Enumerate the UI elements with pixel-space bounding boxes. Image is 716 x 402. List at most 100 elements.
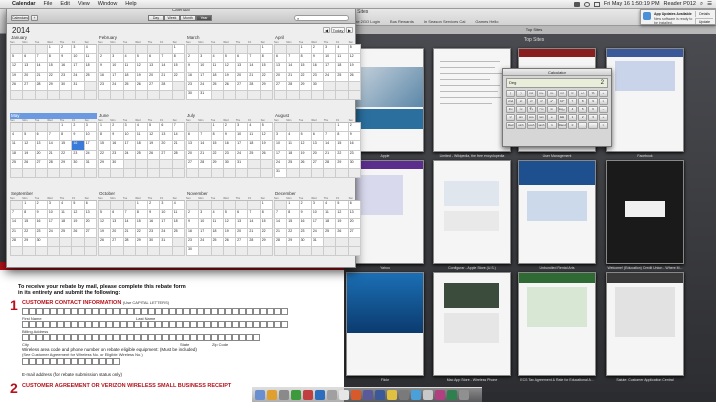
- day-cell[interactable]: 30: [299, 237, 312, 247]
- day-cell[interactable]: 3: [111, 54, 124, 64]
- day-cell[interactable]: 16: [111, 141, 124, 151]
- day-cell[interactable]: 15: [287, 219, 300, 229]
- char-box[interactable]: [190, 308, 197, 315]
- day-cell[interactable]: 7: [11, 210, 24, 220]
- calendars-button[interactable]: Calendars: [11, 15, 29, 21]
- day-cell[interactable]: 2: [111, 123, 124, 133]
- day-cell[interactable]: 12: [135, 63, 149, 73]
- day-cell[interactable]: 14: [160, 63, 173, 73]
- day-cell[interactable]: 12: [99, 219, 112, 229]
- char-box[interactable]: [57, 321, 64, 328]
- day-cell[interactable]: 10: [72, 54, 85, 64]
- char-box[interactable]: [190, 334, 197, 341]
- day-cell[interactable]: 19: [348, 63, 361, 73]
- char-box[interactable]: [183, 308, 190, 315]
- battery-icon[interactable]: [593, 1, 600, 7]
- calculator-key[interactable]: 5: [578, 106, 588, 113]
- char-box[interactable]: [36, 334, 43, 341]
- day-cell[interactable]: 22: [260, 72, 273, 82]
- day-cell[interactable]: 24: [84, 150, 97, 160]
- day-cell[interactable]: 24: [275, 159, 288, 169]
- day-cell[interactable]: 14: [248, 63, 261, 73]
- day-cell[interactable]: 4: [135, 123, 149, 133]
- day-cell[interactable]: 24: [324, 72, 337, 82]
- month-october[interactable]: October Sun Mon Tue Wed Thu Fri Sat 1 2 3 4 5 6 7 8 9 10 1…: [98, 191, 185, 257]
- day-cell[interactable]: 2: [148, 201, 161, 211]
- day-cell[interactable]: 16: [299, 219, 312, 229]
- search-input[interactable]: ⌕: [294, 15, 349, 21]
- day-cell[interactable]: 18: [11, 150, 24, 160]
- calculator-key[interactable]: ʸ√x: [536, 106, 547, 113]
- char-box[interactable]: [274, 321, 281, 328]
- char-box[interactable]: [113, 334, 120, 341]
- day-cell[interactable]: 24: [72, 72, 85, 82]
- day-cell[interactable]: 15: [211, 141, 224, 151]
- day-cell[interactable]: 21: [47, 150, 61, 160]
- dock-app-icon[interactable]: [423, 390, 433, 400]
- prev-year-button[interactable]: ◀: [323, 27, 330, 33]
- char-box[interactable]: [36, 308, 43, 315]
- details-button[interactable]: Details: [695, 11, 713, 17]
- char-box[interactable]: [78, 334, 85, 341]
- day-cell[interactable]: 14: [275, 219, 288, 229]
- char-box[interactable]: [232, 308, 239, 315]
- day-cell[interactable]: 27: [23, 81, 36, 91]
- day-cell[interactable]: 3: [84, 123, 97, 133]
- day-cell[interactable]: 4: [336, 45, 349, 55]
- calculator-key[interactable]: 2nd: [506, 98, 516, 105]
- char-box[interactable]: [99, 334, 106, 341]
- day-cell[interactable]: 28: [123, 237, 136, 247]
- char-box[interactable]: [120, 321, 127, 328]
- calculator-key[interactable]: x!: [506, 114, 516, 121]
- char-box[interactable]: [50, 308, 57, 315]
- menu-edit[interactable]: Edit: [56, 1, 73, 7]
- wifi-icon[interactable]: [583, 1, 590, 7]
- day-cell[interactable]: 9: [99, 63, 112, 73]
- char-box[interactable]: [253, 308, 260, 315]
- day-cell[interactable]: 19: [11, 72, 24, 82]
- char-box[interactable]: [190, 321, 197, 328]
- calculator-key[interactable]: 7: [567, 98, 578, 105]
- char-box[interactable]: [253, 321, 260, 328]
- day-cell[interactable]: 21: [35, 72, 48, 82]
- day-cell[interactable]: 9: [187, 63, 200, 73]
- day-cell[interactable]: 19: [148, 141, 161, 151]
- day-cell[interactable]: 16: [311, 63, 325, 73]
- day-cell[interactable]: 20: [348, 219, 361, 229]
- day-cell[interactable]: 30: [348, 159, 361, 169]
- calculator-key[interactable]: Rand: [557, 122, 567, 129]
- char-box[interactable]: [239, 308, 246, 315]
- day-cell[interactable]: 16: [187, 72, 200, 82]
- day-cell[interactable]: 25: [172, 228, 185, 238]
- day-cell[interactable]: 7: [172, 123, 185, 133]
- char-box[interactable]: [92, 334, 99, 341]
- char-box[interactable]: [218, 321, 225, 328]
- day-cell[interactable]: 8: [299, 54, 312, 64]
- day-cell[interactable]: 3: [47, 201, 61, 211]
- day-cell[interactable]: 10: [199, 63, 212, 73]
- day-cell[interactable]: 24: [236, 150, 249, 160]
- day-cell[interactable]: 9: [299, 210, 312, 220]
- char-box[interactable]: [106, 334, 113, 341]
- day-cell[interactable]: 3: [236, 123, 249, 133]
- day-cell[interactable]: 28: [275, 237, 288, 247]
- menu-window[interactable]: Window: [94, 1, 122, 7]
- day-cell[interactable]: 19: [223, 228, 237, 238]
- day-cell[interactable]: 30: [187, 90, 200, 101]
- day-cell[interactable]: 25: [60, 228, 73, 238]
- day-cell[interactable]: 20: [275, 72, 288, 82]
- day-cell[interactable]: 29: [99, 159, 112, 169]
- day-cell[interactable]: 31: [160, 237, 173, 247]
- day-cell[interactable]: 6: [84, 201, 97, 211]
- char-box[interactable]: [92, 321, 99, 328]
- day-cell[interactable]: 5: [148, 123, 161, 133]
- day-cell[interactable]: 9: [60, 54, 73, 64]
- day-cell[interactable]: 4: [324, 201, 337, 211]
- day-cell[interactable]: 22: [336, 150, 349, 160]
- day-cell[interactable]: 25: [248, 150, 261, 160]
- menu-view[interactable]: View: [74, 1, 94, 7]
- day-cell[interactable]: 10: [160, 210, 173, 220]
- char-box[interactable]: [148, 308, 155, 315]
- day-cell[interactable]: 1: [135, 201, 149, 211]
- day-cell[interactable]: 1: [99, 123, 112, 133]
